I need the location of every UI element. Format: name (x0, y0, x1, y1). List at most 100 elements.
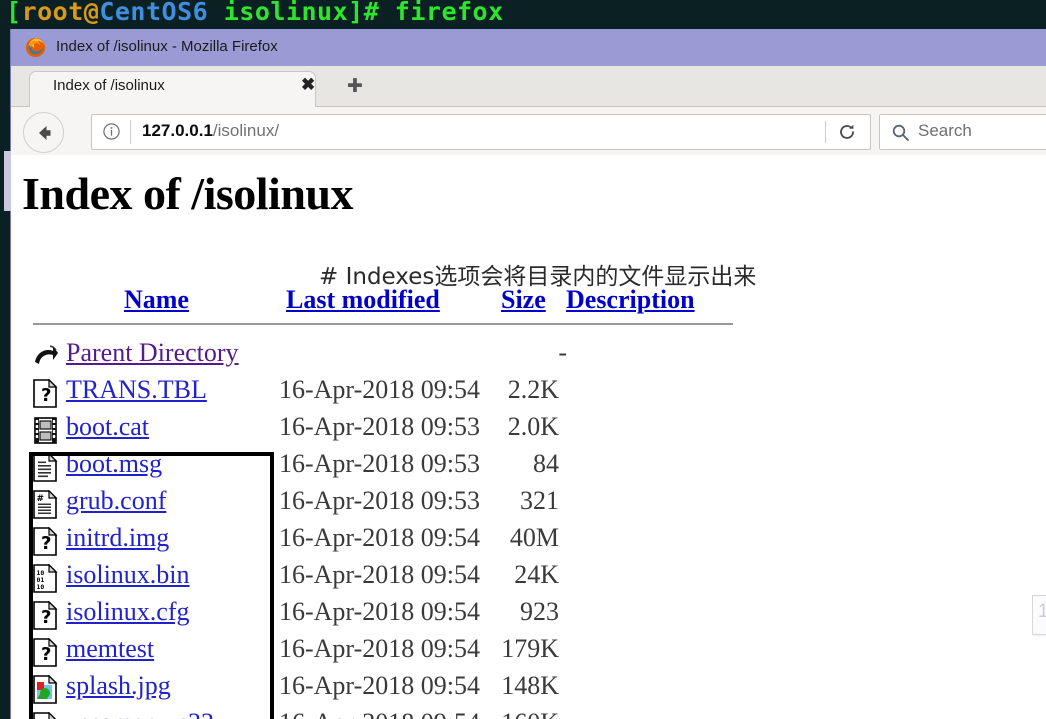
url-bar[interactable]: 127.0.0.1/isolinux/ (91, 114, 871, 150)
prompt-bracket: [ (6, 0, 22, 26)
window-titlebar: Index of /isolinux - Mozilla Firefox (11, 29, 1046, 66)
info-icon[interactable] (102, 122, 121, 141)
file-modified: 16-Apr-2018 09:54 (279, 634, 480, 663)
file-size: 923 (520, 597, 559, 626)
file-link[interactable]: memtest (66, 634, 154, 664)
file-size: 24K (514, 560, 559, 589)
file-link[interactable]: Parent Directory (66, 338, 239, 368)
file-modified: 16-Apr-2018 09:54 (279, 560, 480, 589)
listing-row: boot.msg 16-Apr-2018 09:53 84 (11, 449, 1046, 486)
file-link[interactable]: TRANS.TBL (66, 375, 207, 405)
new-tab-icon[interactable]: ✚ (347, 77, 363, 96)
file-link[interactable]: initrd.img (66, 523, 169, 553)
column-header-description[interactable]: Description (566, 285, 695, 315)
page-content: Index of /isolinux # Indexes选项会将目录内的文件显示… (11, 155, 1046, 719)
image-icon (33, 674, 59, 704)
file-modified: 16-Apr-2018 09:53 (279, 449, 480, 478)
tab-label: Index of /isolinux (53, 77, 165, 94)
svg-text:?: ? (41, 607, 51, 628)
binary-icon (33, 416, 59, 445)
file-modified: 16-Apr-2018 09:54 (279, 523, 480, 552)
prompt-user: root@ (21, 0, 100, 26)
terminal-prompt: [root@CentOS6 isolinux]# firefox (6, 0, 504, 26)
firefox-icon (25, 37, 46, 58)
svg-text:?: ? (41, 533, 51, 554)
listing-row: ? TRANS.TBL 16-Apr-2018 09:54 2.2K (11, 375, 1046, 412)
file-size: 40M (509, 523, 559, 552)
listing-row: Parent Directory - (11, 338, 1046, 375)
back-button[interactable] (23, 112, 64, 153)
url-text: 127.0.0.1/isolinux/ (142, 121, 279, 141)
horizontal-rule (33, 323, 733, 325)
reload-separator (825, 121, 826, 143)
reload-button[interactable] (834, 120, 860, 144)
back-icon (33, 342, 59, 371)
file-link[interactable]: grub.conf (66, 486, 166, 516)
file-link[interactable]: boot.msg (66, 449, 162, 479)
listing-row: ? vesamenu.c32 16-Apr-2018 09:54 160K (11, 708, 1046, 719)
file-size: - (558, 338, 567, 367)
page-title: Index of /isolinux (22, 168, 354, 219)
file-modified: 16-Apr-2018 09:53 (279, 486, 480, 515)
listing-header-row: Name Last modified Size Description (11, 285, 1046, 325)
prompt-command: isolinux]# firefox (208, 0, 504, 26)
file-modified: 16-Apr-2018 09:54 (279, 375, 480, 404)
search-bar[interactable]: Search (879, 114, 1046, 150)
file-size: 321 (520, 486, 559, 515)
firefox-window: Index of /isolinux - Mozilla Firefox Ind… (10, 29, 1046, 719)
window-title: Index of /isolinux - Mozilla Firefox (56, 38, 278, 55)
file-link[interactable]: isolinux.bin (66, 560, 190, 590)
unknown-icon: ? (33, 600, 59, 630)
prompt-host: CentOS6 (99, 0, 209, 26)
listing-row: 10 01 10 isolinux.bin 16-Apr-2018 09:54 24K (11, 560, 1046, 597)
file-size: 148K (501, 671, 559, 700)
listing-row: ? memtest 16-Apr-2018 09:54 179K (11, 634, 1046, 671)
file-size: 160K (501, 708, 559, 719)
column-header-last-modified[interactable]: Last modified (286, 285, 440, 315)
file-size: 179K (501, 634, 559, 663)
back-arrow-icon (38, 125, 50, 140)
text-icon (33, 452, 59, 482)
file-size: 84 (533, 449, 559, 478)
unknown-icon: ? (33, 637, 59, 667)
bin-icon: 10 01 10 (33, 563, 59, 593)
file-link[interactable]: boot.cat (66, 412, 149, 442)
svg-text:?: ? (41, 385, 51, 406)
directory-listing: Name Last modified Size Description Pare… (11, 285, 1046, 719)
url-separator (130, 120, 131, 144)
tab-strip: Index of /isolinux ✖ ✚ (11, 66, 1046, 107)
search-placeholder: Search (918, 121, 972, 140)
unknown-icon: ? (33, 526, 59, 556)
svg-text:#: # (37, 494, 45, 504)
file-size: 2.2K (507, 375, 559, 404)
file-modified: 16-Apr-2018 09:53 (279, 412, 480, 441)
listing-row: # grub.conf 16-Apr-2018 09:53 321 (11, 486, 1046, 523)
file-link[interactable]: isolinux.cfg (66, 597, 190, 627)
file-link[interactable]: splash.jpg (66, 671, 171, 701)
navigation-toolbar: 127.0.0.1/isolinux/ Search (11, 107, 1046, 156)
file-modified: 16-Apr-2018 09:54 (279, 671, 480, 700)
listing-rows: Parent Directory -? TRANS.TBL 16-Apr-2018 0… (11, 338, 1046, 719)
file-size: 2.0K (507, 412, 559, 441)
edge-tooltip: 15 (1032, 595, 1046, 635)
listing-row: ? isolinux.cfg 16-Apr-2018 09:54 923 (11, 597, 1046, 634)
svg-text:?: ? (41, 644, 51, 665)
close-icon[interactable]: ✖ (301, 76, 315, 93)
column-header-name[interactable]: Name (124, 285, 189, 315)
file-modified: 16-Apr-2018 09:54 (279, 708, 480, 719)
listing-row: boot.cat 16-Apr-2018 09:53 2.0K (11, 412, 1046, 449)
svg-text:10: 10 (37, 583, 45, 591)
listing-row: splash.jpg 16-Apr-2018 09:54 148K (11, 671, 1046, 708)
search-icon (892, 124, 909, 141)
unknown-icon: ? (33, 378, 59, 408)
column-header-size[interactable]: Size (501, 285, 546, 315)
left-edge-sliver (4, 151, 11, 211)
file-link[interactable]: vesamenu.c32 (66, 708, 214, 719)
edge-tooltip-label: 15 (1038, 601, 1046, 623)
listing-row: ? initrd.img 16-Apr-2018 09:54 40M (11, 523, 1046, 560)
url-path: /isolinux/ (212, 121, 280, 140)
reload-icon (840, 124, 854, 139)
unknown-icon: ? (33, 711, 59, 719)
config-icon: # (33, 489, 59, 519)
url-host: 127.0.0.1 (142, 121, 213, 140)
